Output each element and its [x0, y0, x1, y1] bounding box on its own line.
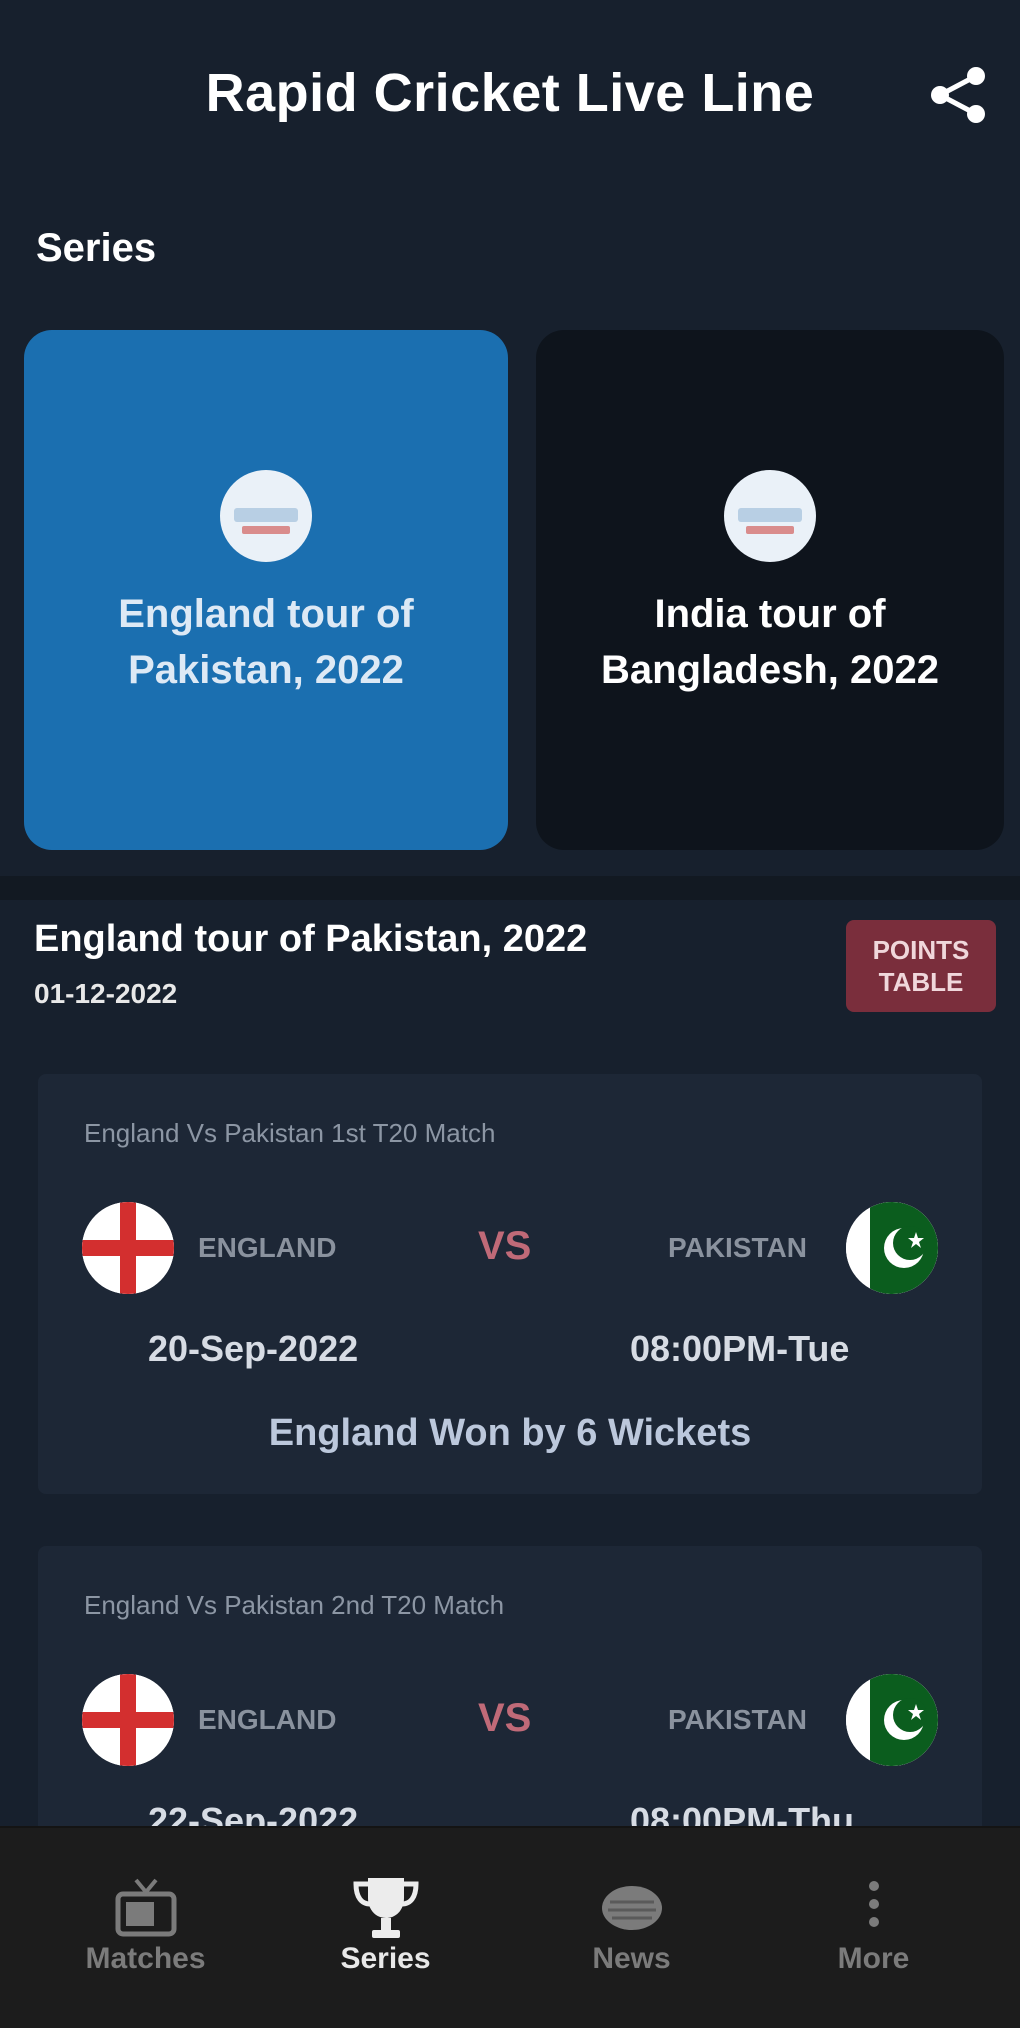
- match-date: 20-Sep-2022: [148, 1328, 359, 1369]
- series-card-india-bangladesh[interactable]: India tour of Bangladesh, 2022: [536, 330, 1004, 850]
- series-section-title: Series: [36, 226, 157, 270]
- pakistan-flag-icon: [846, 1674, 938, 1766]
- nav-item-series[interactable]: Series: [258, 1828, 513, 2008]
- series-carousel: England tour of Pakistan, 2022 India tou…: [24, 330, 1004, 850]
- match-card[interactable]: England Vs Pakistan 2nd T20 Match ENGLAN…: [38, 1546, 982, 1846]
- app-bar: Rapid Cricket Live Line: [0, 0, 1020, 190]
- england-flag-icon: [82, 1674, 174, 1766]
- match-title: England Vs Pakistan 2nd T20 Match: [84, 1590, 505, 1620]
- series-card-title: India tour of Bangladesh, 2022: [601, 592, 939, 692]
- nav-label: News: [592, 1942, 671, 1975]
- match-title: England Vs Pakistan 1st T20 Match: [84, 1118, 496, 1148]
- nav-item-matches[interactable]: Matches: [18, 1828, 273, 2008]
- nav-label: Series: [340, 1942, 431, 1975]
- news-icon: [596, 1872, 668, 1944]
- selected-series-date: 01-12-2022: [34, 978, 178, 1009]
- app-title: Rapid Cricket Live Line: [205, 63, 815, 123]
- nav-label: Matches: [85, 1942, 206, 1975]
- series-logo-icon: [724, 470, 816, 562]
- nav-label: More: [837, 1942, 910, 1975]
- team1-name: ENGLAND: [198, 1232, 337, 1263]
- team2-name: PAKISTAN: [668, 1232, 807, 1263]
- team1-name: ENGLAND: [198, 1704, 337, 1735]
- match-time: 08:00PM-Tue: [630, 1328, 850, 1369]
- section-divider: [0, 876, 1020, 900]
- share-icon[interactable]: [926, 62, 992, 128]
- bottom-navigation: Matches Series News More: [0, 1826, 1020, 2028]
- match-result: England Won by 6 Wickets: [268, 1412, 752, 1454]
- tv-icon: [110, 1872, 182, 1944]
- nav-item-news[interactable]: News: [504, 1828, 759, 2008]
- series-card-england-pakistan[interactable]: England tour of Pakistan, 2022: [24, 330, 508, 850]
- trophy-icon: [350, 1872, 422, 1944]
- selected-series-title: England tour of Pakistan, 2022: [34, 918, 588, 960]
- vs-label: VS: [478, 1696, 532, 1740]
- nav-item-more[interactable]: More: [746, 1828, 1001, 2008]
- vs-label: VS: [478, 1224, 532, 1268]
- team2-name: PAKISTAN: [668, 1704, 807, 1735]
- more-icon: [838, 1872, 910, 1944]
- series-card-title: England tour of Pakistan, 2022: [118, 592, 414, 692]
- series-logo-icon: [220, 470, 312, 562]
- points-table-button[interactable]: POINTS TABLE: [846, 920, 996, 1012]
- england-flag-icon: [82, 1202, 174, 1294]
- pakistan-flag-icon: [846, 1202, 938, 1294]
- match-card[interactable]: England Vs Pakistan 1st T20 Match ENGLAN…: [38, 1074, 982, 1494]
